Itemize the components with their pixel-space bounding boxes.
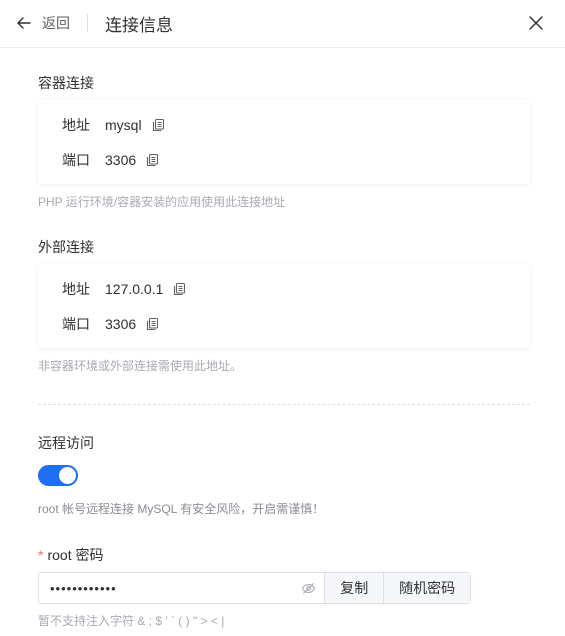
header-divider [87, 14, 88, 32]
arrow-left-icon [17, 17, 31, 29]
container-connection-card: 地址 mysql 端口 3306 [38, 100, 530, 184]
switch-knob [59, 467, 76, 484]
back-button[interactable]: 返回 [16, 12, 70, 34]
section-divider [38, 404, 530, 405]
root-password-input[interactable] [39, 573, 325, 603]
root-password-label: * root 密码 [38, 545, 103, 565]
external-connection-title: 外部连接 [38, 239, 94, 255]
container-connection-help: PHP 运行环境/容器安装的应用使用此连接地址 [38, 195, 286, 209]
container-connection-title: 容器连接 [38, 75, 94, 91]
remote-access-title: 远程访问 [38, 435, 94, 451]
root-password-group: 复制 随机密码 [38, 572, 471, 604]
external-connection-card: 地址 127.0.0.1 端口 3306 [38, 264, 530, 348]
external-address-row: 地址 127.0.0.1 [62, 279, 187, 299]
root-password-label-text: root 密码 [47, 547, 104, 563]
copy-icon[interactable] [146, 153, 160, 167]
port-value: 3306 [105, 316, 137, 332]
copy-icon[interactable] [146, 317, 160, 331]
copy-password-button[interactable]: 复制 [324, 573, 384, 603]
container-address-row: 地址 mysql [62, 115, 166, 135]
close-icon[interactable] [527, 14, 545, 32]
container-port-row: 端口 3306 [62, 150, 160, 170]
address-value: mysql [105, 117, 142, 133]
port-key: 端口 [62, 152, 90, 168]
copy-icon[interactable] [173, 282, 187, 296]
port-key: 端口 [62, 316, 90, 332]
port-value: 3306 [105, 152, 137, 168]
random-password-button[interactable]: 随机密码 [383, 573, 470, 603]
drawer-header: 返回 连接信息 [0, 0, 565, 48]
address-key: 地址 [62, 281, 90, 297]
copy-icon[interactable] [152, 118, 166, 132]
password-note: 暂不支持注入字符 & ; $ ' ` ( ) " > < | [38, 614, 225, 628]
required-mark: * [38, 547, 44, 563]
eye-hidden-icon[interactable] [301, 581, 316, 596]
page-title: 连接信息 [105, 16, 173, 35]
remote-access-warning: root 帐号远程连接 MySQL 有安全风险，开启需谨慎！ [38, 502, 325, 516]
external-port-row: 端口 3306 [62, 314, 160, 334]
address-value: 127.0.0.1 [105, 281, 164, 297]
remote-access-switch[interactable] [38, 465, 78, 486]
address-key: 地址 [62, 117, 90, 133]
back-label[interactable]: 返回 [42, 13, 70, 33]
external-connection-help: 非容器环境或外部连接需使用此地址。 [38, 359, 243, 373]
